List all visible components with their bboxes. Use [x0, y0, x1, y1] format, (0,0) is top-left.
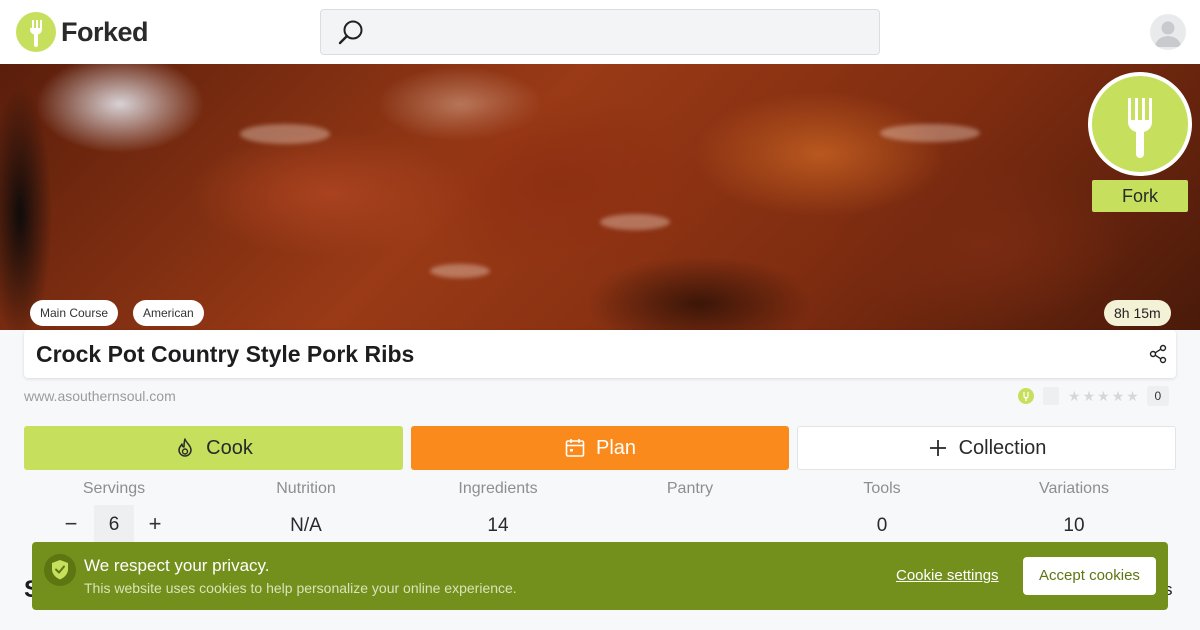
recipe-hero-image: Main Course American 8h 15m Fork [0, 64, 1200, 330]
fork-label: Fork [1092, 180, 1188, 212]
fork-logo-icon [16, 12, 56, 52]
stat-label: Nutrition [276, 480, 336, 497]
hero-highlight [430, 264, 490, 278]
flame-icon [178, 438, 192, 457]
star-icon[interactable]: ★ [1112, 388, 1125, 405]
stat-label: Servings [82, 480, 146, 497]
accept-cookies-button[interactable]: Accept cookies [1023, 557, 1156, 595]
plus-icon [929, 440, 946, 456]
star-icon[interactable]: ★ [1097, 388, 1110, 405]
add-to-collection-button[interactable]: Collection [797, 426, 1176, 470]
cook-button[interactable]: Cook [24, 426, 403, 470]
stat-value: N/A [290, 515, 322, 536]
forked-rating-icon [1018, 388, 1034, 404]
rating-row: ★ ★ ★ ★ ★ 0 [1018, 386, 1169, 406]
fork-button[interactable]: Fork [1088, 72, 1192, 214]
share-icon[interactable] [1148, 344, 1168, 369]
servings-value[interactable]: 6 [94, 505, 134, 545]
stat-nutrition[interactable]: Nutrition N/A [210, 480, 402, 537]
hero-highlight [240, 124, 330, 144]
star-icon[interactable]: ★ [1068, 388, 1081, 405]
hero-highlight [880, 124, 980, 142]
stat-label: Pantry [666, 480, 714, 497]
rating-count: 0 [1146, 386, 1169, 406]
rating-box[interactable] [1043, 387, 1059, 405]
star-icon[interactable]: ★ [1083, 388, 1096, 405]
stat-label: Tools [863, 480, 901, 497]
search-icon [337, 19, 365, 52]
stat-label: Ingredients [458, 480, 538, 497]
cookie-consent-banner: We respect your privacy. This website us… [32, 542, 1168, 610]
logo-text: Forked [61, 16, 149, 47]
hero-highlight [600, 214, 670, 230]
stat-pantry[interactable]: Pantry [594, 480, 786, 537]
calendar-icon [565, 439, 585, 457]
stat-label: Variations [1039, 480, 1109, 497]
cookie-description: This website uses cookies to help person… [84, 580, 517, 596]
stat-tools[interactable]: Tools 0 [786, 480, 978, 537]
top-header: Forked [0, 0, 1200, 64]
decrease-servings-button[interactable]: − [60, 513, 82, 535]
fork-icon [1088, 72, 1192, 176]
stat-value: 10 [1063, 515, 1085, 536]
cookie-title: We respect your privacy. [84, 556, 270, 575]
star-icon[interactable]: ★ [1126, 388, 1139, 405]
stat-variations[interactable]: Variations 10 [978, 480, 1170, 537]
stat-value: 14 [487, 515, 509, 536]
total-time-badge: 8h 15m [1104, 300, 1171, 326]
forked-logo[interactable]: Forked [16, 12, 149, 52]
user-icon [1155, 21, 1181, 47]
shield-check-icon [44, 554, 76, 586]
collection-label: Collection [958, 436, 1047, 459]
plan-label: Plan [595, 436, 637, 459]
stat-ingredients[interactable]: Ingredients 14 [402, 480, 594, 537]
stat-servings: Servings [18, 480, 210, 498]
recipe-source-link[interactable]: www.asouthernsoul.com [24, 388, 176, 404]
user-avatar[interactable] [1150, 14, 1186, 50]
tag-american[interactable]: American [133, 300, 204, 326]
tag-main-course[interactable]: Main Course [30, 300, 119, 326]
stat-value [594, 515, 786, 537]
recipe-title: Crock Pot Country Style Pork Ribs [36, 341, 415, 367]
search-bar[interactable] [320, 9, 880, 55]
stat-value: 0 [876, 515, 888, 536]
plan-button[interactable]: Plan [411, 426, 789, 470]
recipe-title-bar: Crock Pot Country Style Pork Ribs [24, 330, 1176, 378]
cookie-settings-link[interactable]: Cookie settings [896, 567, 999, 584]
servings-stepper[interactable]: − 6 + [56, 505, 172, 545]
cook-label: Cook [206, 436, 253, 459]
search-input[interactable] [381, 18, 861, 46]
increase-servings-button[interactable]: + [144, 513, 166, 535]
